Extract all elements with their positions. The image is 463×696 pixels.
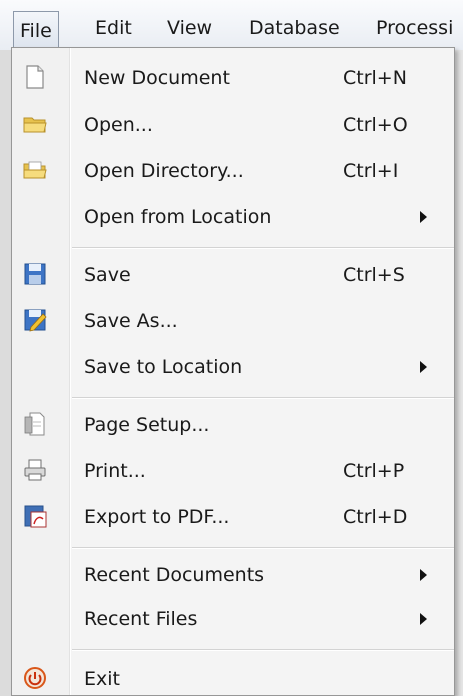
menu-item-label: Open... xyxy=(84,114,153,136)
menu-item-label: Recent Files xyxy=(84,608,198,630)
save-icon xyxy=(22,261,48,287)
menu-item-open-from-location[interactable]: Open from Location xyxy=(12,195,454,239)
exit-icon xyxy=(22,665,48,691)
menu-view[interactable]: View xyxy=(167,14,212,42)
printer-icon xyxy=(22,457,48,483)
menu-item-open[interactable]: Open... Ctrl+O xyxy=(12,103,454,147)
submenu-arrow-icon xyxy=(420,569,427,581)
menu-processing[interactable]: Processi xyxy=(376,14,453,42)
menu-item-label: Recent Documents xyxy=(84,564,265,586)
menu-item-label: Save to Location xyxy=(84,356,243,378)
page-setup-icon xyxy=(22,411,48,437)
menu-separator xyxy=(72,649,454,651)
menu-separator xyxy=(72,547,454,549)
shortcut-text: Ctrl+D xyxy=(343,506,408,528)
shortcut-text: Ctrl+P xyxy=(343,460,405,482)
new-document-icon xyxy=(22,64,48,90)
open-directory-icon xyxy=(22,157,48,183)
shortcut-text: Ctrl+O xyxy=(343,114,408,136)
menu-item-print[interactable]: Print... Ctrl+P xyxy=(12,449,454,493)
menu-item-label: Page Setup... xyxy=(84,414,210,436)
menu-item-recent-files[interactable]: Recent Files xyxy=(12,597,454,641)
menu-item-open-directory[interactable]: Open Directory... Ctrl+I xyxy=(12,149,454,193)
menu-item-export-to-pdf[interactable]: Export to PDF... Ctrl+D xyxy=(12,495,454,539)
folder-open-icon xyxy=(22,111,48,137)
submenu-arrow-icon xyxy=(420,361,427,373)
menu-edit[interactable]: Edit xyxy=(95,14,132,42)
menu-separator xyxy=(72,397,454,399)
menu-item-label: Print... xyxy=(84,460,146,482)
save-as-icon xyxy=(22,307,48,333)
menu-item-recent-documents[interactable]: Recent Documents xyxy=(12,553,454,597)
menu-item-label: Open Directory... xyxy=(84,160,244,182)
pdf-icon xyxy=(22,503,48,529)
menu-item-exit[interactable]: Exit xyxy=(12,657,454,696)
menu-file[interactable]: File xyxy=(13,11,59,48)
menu-item-page-setup[interactable]: Page Setup... xyxy=(12,403,454,447)
menu-item-label: Exit xyxy=(84,668,120,690)
menu-separator xyxy=(72,247,454,249)
menu-item-label: Export to PDF... xyxy=(84,506,230,528)
shortcut-text: Ctrl+S xyxy=(343,264,405,286)
file-menu-dropdown: New Document Ctrl+N Open... Ctrl+O Open … xyxy=(11,47,455,696)
menu-item-save-to-location[interactable]: Save to Location xyxy=(12,345,454,389)
application-window: File Edit View Database Processi New Doc… xyxy=(0,0,463,696)
menu-item-label: New Document xyxy=(84,67,230,89)
shortcut-text: Ctrl+N xyxy=(343,67,407,89)
menu-item-label: Save As... xyxy=(84,310,178,332)
menu-database[interactable]: Database xyxy=(249,14,340,42)
menu-item-save-as[interactable]: Save As... xyxy=(12,299,454,343)
shortcut-text: Ctrl+I xyxy=(343,160,399,182)
menu-item-label: Open from Location xyxy=(84,206,272,228)
submenu-arrow-icon xyxy=(420,211,427,223)
menu-item-new-document[interactable]: New Document Ctrl+N xyxy=(12,56,454,100)
menu-item-save[interactable]: Save Ctrl+S xyxy=(12,253,454,297)
menu-item-label: Save xyxy=(84,264,131,286)
menu-bar: File Edit View Database Processi xyxy=(0,0,463,51)
submenu-arrow-icon xyxy=(420,613,427,625)
background-window-edge-right xyxy=(455,50,463,696)
